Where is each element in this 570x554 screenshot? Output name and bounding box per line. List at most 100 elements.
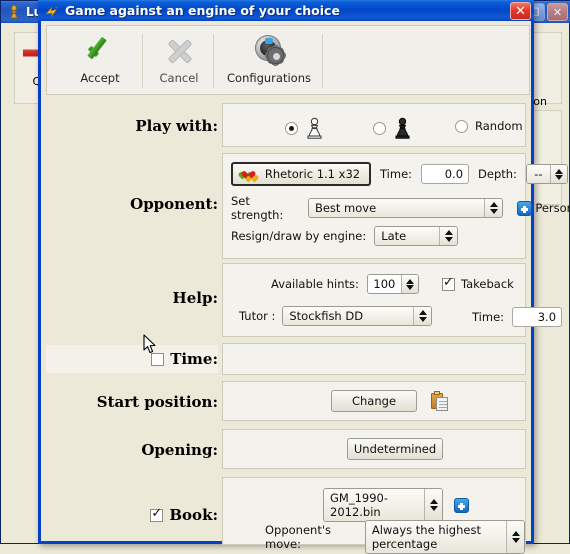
time-label: Time:: [170, 350, 218, 368]
engine-name: Rhetoric 1.1 x32: [264, 167, 361, 181]
row-play-with: Play with: Random: [46, 103, 530, 151]
radio-random-input[interactable]: [455, 119, 468, 133]
gear-icon: [252, 33, 286, 67]
radio-play-white[interactable]: [285, 117, 323, 139]
takeback-checkbox-input[interactable]: [442, 275, 455, 291]
time-panel: [222, 343, 526, 375]
engine-game-dialog: Game against an engine of your choice ✕ …: [38, 0, 570, 554]
black-pawn-icon: [394, 117, 411, 139]
opponent-move-value: Always the highest percentage: [365, 521, 506, 553]
time-label-group[interactable]: Time:: [46, 345, 218, 373]
tutor-time-label: Time:: [472, 310, 505, 324]
play-with-label: Play with:: [135, 117, 218, 135]
toolbar-separator: [322, 34, 323, 88]
row-help: Help: Available hints: 100 Takeback: [46, 263, 563, 341]
engine-select-button[interactable]: Rhetoric 1.1 x32: [231, 162, 371, 186]
opening-panel: Undetermined: [222, 429, 526, 469]
start-position-label: Start position:: [96, 393, 218, 411]
dialog-close-button[interactable]: ✕: [510, 2, 531, 20]
resign-draw-combo[interactable]: Late: [374, 226, 459, 246]
blue-plus-icon: [517, 200, 533, 216]
depth-spinner-arrows[interactable]: [550, 165, 567, 183]
start-position-panel: Change: [222, 381, 526, 421]
set-strength-label: Set strength:: [231, 194, 284, 222]
chevron-updown-icon[interactable]: [413, 307, 432, 325]
set-strength-value: Best move: [308, 199, 485, 217]
book-label: Book:: [169, 506, 218, 524]
opponent-time-label: Time:: [380, 167, 413, 181]
available-hints-value[interactable]: 100: [367, 275, 402, 293]
cancel-button[interactable]: Cancel: [148, 28, 210, 94]
opponent-label: Opponent:: [130, 195, 218, 213]
grey-x-icon: [162, 33, 196, 67]
book-checkbox-input[interactable]: [150, 506, 164, 522]
opponent-depth-label: Depth:: [478, 167, 517, 181]
chess-pawn-icon: [6, 4, 22, 20]
set-strength-combo[interactable]: Best move: [307, 198, 504, 218]
radio-random-label: Random: [475, 119, 523, 133]
tutor-value: Stockfish DD: [283, 307, 414, 325]
radio-white-input[interactable]: [285, 121, 298, 135]
radio-black-input[interactable]: [373, 121, 386, 135]
chevron-updown-icon[interactable]: [439, 227, 458, 245]
takeback-label: Takeback: [461, 277, 514, 291]
clipboard-icon[interactable]: [431, 390, 449, 411]
time-checkbox-input[interactable]: [151, 352, 165, 366]
radio-play-random[interactable]: Random: [455, 119, 523, 133]
background-close-button[interactable]: ✕: [547, 3, 568, 21]
tutor-combo[interactable]: Stockfish DD: [282, 306, 433, 326]
configurations-label: Configurations: [227, 71, 311, 85]
hints-spinner-arrows[interactable]: [401, 275, 418, 293]
configurations-button[interactable]: Configurations: [219, 28, 319, 94]
resign-draw-label: Resign/draw by engine:: [231, 229, 367, 243]
available-hints-spinner[interactable]: 100: [366, 274, 419, 294]
chevron-updown-icon[interactable]: [424, 489, 442, 521]
cancel-label: Cancel: [159, 71, 199, 85]
accept-label: Accept: [80, 71, 120, 85]
dialog-title: Game against an engine of your choice: [65, 3, 340, 18]
row-time: Time:: [46, 343, 530, 379]
accept-button[interactable]: Accept: [61, 28, 139, 94]
personality-label: Personality: [535, 201, 570, 215]
opening-button[interactable]: Undetermined: [347, 438, 443, 460]
help-label: Help:: [172, 289, 218, 307]
hearts-icon: [241, 168, 257, 181]
opponent-move-combo[interactable]: Always the highest percentage: [364, 520, 525, 554]
help-panel: Available hints: 100 Takeback Tutor :: [222, 263, 563, 337]
add-book-button[interactable]: [454, 497, 469, 513]
tutor-time-input[interactable]: 3.0: [512, 307, 563, 327]
dialog-titlebar[interactable]: Game against an engine of your choice ✕: [38, 0, 534, 21]
row-opponent: Opponent: Rhetoric 1.1 x32 Time: 0.0 Dep: [46, 153, 570, 261]
opponent-move-label: Opponent's move:: [265, 523, 332, 551]
opponent-time-input[interactable]: 0.0: [421, 164, 470, 184]
opponent-panel: Rhetoric 1.1 x32 Time: 0.0 Depth: -- Set…: [222, 153, 570, 259]
play-with-panel: Random: [222, 103, 526, 147]
resign-draw-value: Late: [375, 227, 440, 245]
dialog-toolbar: Accept Cancel Configurations: [46, 25, 530, 95]
white-pawn-icon: [306, 117, 323, 139]
row-start-position: Start position: Change: [46, 381, 530, 425]
engine-icon: [44, 4, 60, 18]
radio-play-black[interactable]: [373, 117, 411, 139]
available-hints-label: Available hints:: [271, 277, 359, 291]
tutor-label: Tutor :: [239, 309, 276, 323]
takeback-checkbox[interactable]: Takeback: [442, 275, 514, 291]
row-book: Book: GM_1990-2012.bin Opponent's move:: [46, 477, 530, 554]
chevron-updown-icon[interactable]: [506, 521, 524, 553]
opening-label: Opening:: [141, 441, 218, 459]
depth-value: --: [526, 165, 551, 183]
book-label-group[interactable]: Book:: [46, 503, 218, 527]
chevron-updown-icon[interactable]: [484, 199, 503, 217]
book-file-combo[interactable]: GM_1990-2012.bin: [323, 488, 443, 522]
green-check-icon: [83, 33, 117, 67]
background-side-panel: [532, 110, 562, 205]
row-opening: Opening: Undetermined: [46, 429, 530, 473]
change-button[interactable]: Change: [331, 390, 417, 412]
toolbar-separator: [142, 34, 143, 88]
book-panel: GM_1990-2012.bin Opponent's move: Always…: [222, 477, 526, 554]
depth-spinner[interactable]: --: [525, 164, 568, 184]
book-file-value: GM_1990-2012.bin: [324, 489, 424, 521]
toolbar-separator: [213, 34, 214, 88]
personality-button[interactable]: Personality: [517, 200, 570, 216]
dialog-body: Accept Cancel Configurations Play with: …: [41, 21, 570, 554]
